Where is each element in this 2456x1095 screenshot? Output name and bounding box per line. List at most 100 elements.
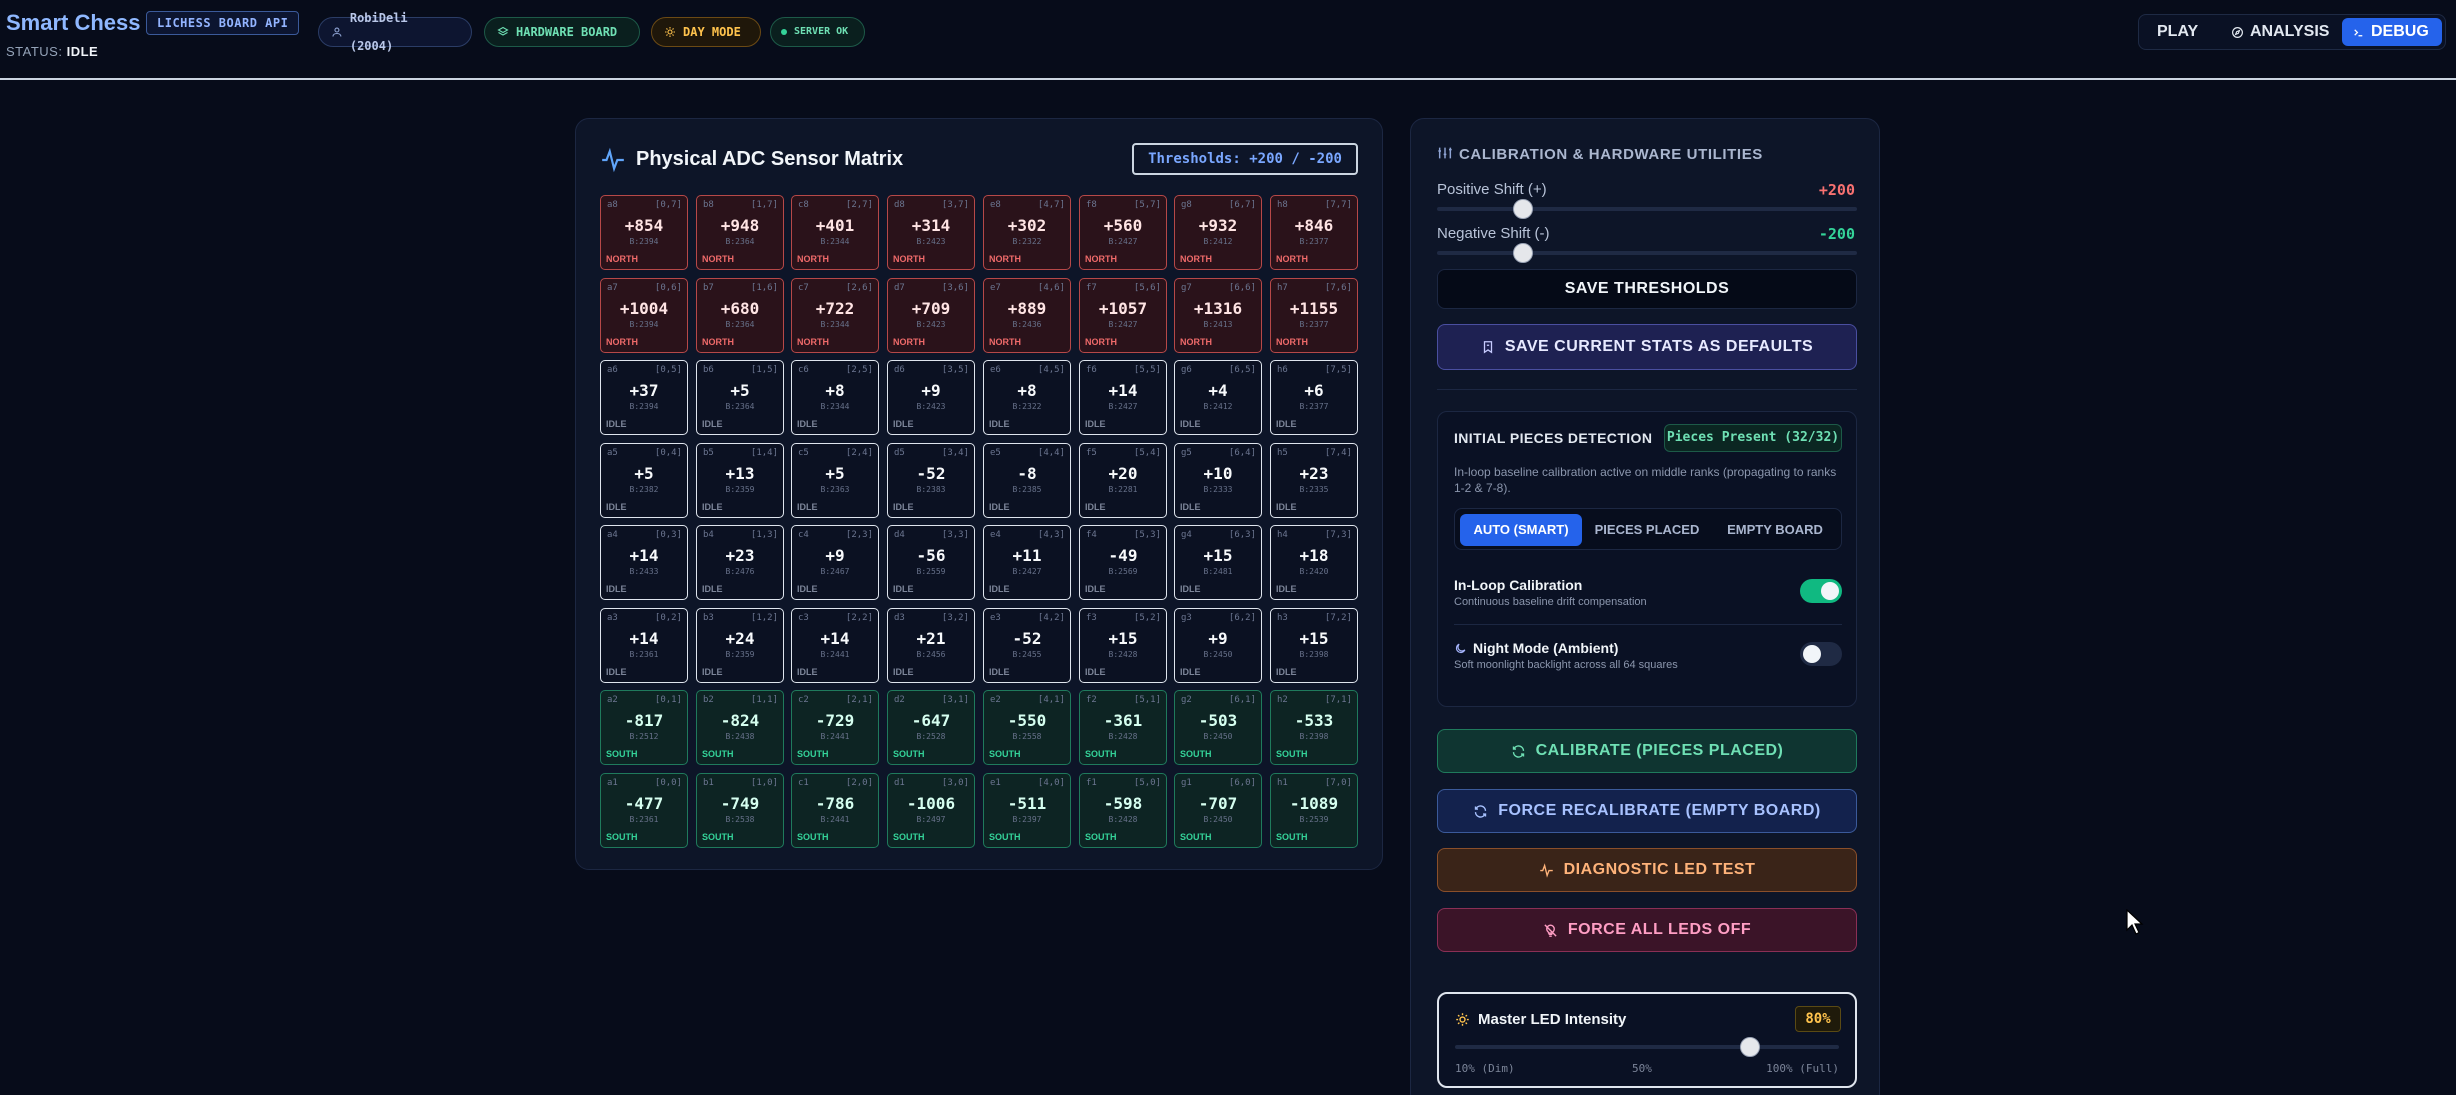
master-led-slider[interactable] [1455,1045,1839,1049]
sensor-cell-a5[interactable]: a5 [0,4] +5 B:2382 IDLE [600,443,688,518]
initial-pieces-card: INITIAL PIECES DETECTION Pieces Present … [1437,411,1857,707]
server-status-dot [781,29,787,35]
sensor-cell-d2[interactable]: d2 [3,1] -647 B:2528 SOUTH [887,690,975,765]
calibrate-pieces-placed-button[interactable]: CALIBRATE (PIECES PLACED) [1437,729,1857,773]
server-status-pill: SERVER OK [770,17,865,47]
cell-state: IDLE [1085,667,1106,677]
sensor-cell-h8[interactable]: h8 [7,7] +846 B:2377 NORTH [1270,195,1358,270]
sensor-cell-c4[interactable]: c4 [2,3] +9 B:2467 IDLE [791,525,879,600]
sensor-cell-c1[interactable]: c1 [2,0] -786 B:2441 SOUTH [791,773,879,848]
positive-shift-slider[interactable] [1437,207,1857,211]
mode-pieces-placed[interactable]: PIECES PLACED [1587,514,1707,546]
negative-shift-slider[interactable] [1437,251,1857,255]
sensor-cell-f6[interactable]: f6 [5,5] +14 B:2427 IDLE [1079,360,1167,435]
sensor-cell-e1[interactable]: e1 [4,0] -511 B:2397 SOUTH [983,773,1071,848]
sensor-cell-h7[interactable]: h7 [7,6] +1155 B:2377 NORTH [1270,278,1358,353]
sensor-cell-c6[interactable]: c6 [2,5] +8 B:2344 IDLE [791,360,879,435]
sensor-cell-b7[interactable]: b7 [1,6] +680 B:2364 NORTH [696,278,784,353]
cell-coord: [0,4] [654,448,682,458]
sensor-cell-b6[interactable]: b6 [1,5] +5 B:2364 IDLE [696,360,784,435]
sensor-cell-a8[interactable]: a8 [0,7] +854 B:2394 NORTH [600,195,688,270]
cell-value: +10 [1203,464,1233,483]
sensor-cell-h4[interactable]: h4 [7,3] +18 B:2420 IDLE [1270,525,1358,600]
sensor-cell-a3[interactable]: a3 [0,2] +14 B:2361 IDLE [600,608,688,683]
user-pill[interactable]: RobiDeli (2004) [318,11,472,53]
sensor-cell-e2[interactable]: e2 [4,1] -550 B:2558 SOUTH [983,690,1071,765]
save-defaults-button[interactable]: SAVE CURRENT STATS AS DEFAULTS [1437,324,1857,370]
sensor-cell-a1[interactable]: a1 [0,0] -477 B:2361 SOUTH [600,773,688,848]
sensor-cell-e3[interactable]: e3 [4,2] -52 B:2455 IDLE [983,608,1071,683]
sensor-cell-g4[interactable]: g4 [6,3] +15 B:2481 IDLE [1174,525,1262,600]
sensor-cell-g7[interactable]: g7 [6,6] +1316 B:2413 NORTH [1174,278,1262,353]
sensor-cell-c3[interactable]: c3 [2,2] +14 B:2441 IDLE [791,608,879,683]
sensor-cell-g1[interactable]: g1 [6,0] -707 B:2450 SOUTH [1174,773,1262,848]
nav-analysis[interactable]: ANALYSIS [2221,18,2339,46]
force-leds-off-button[interactable]: FORCE ALL LEDS OFF [1437,908,1857,952]
sensor-cell-b1[interactable]: b1 [1,0] -749 B:2538 SOUTH [696,773,784,848]
sensor-cell-d6[interactable]: d6 [3,5] +9 B:2423 IDLE [887,360,975,435]
sensor-cell-d3[interactable]: d3 [3,2] +21 B:2456 IDLE [887,608,975,683]
sensor-cell-a7[interactable]: a7 [0,6] +1004 B:2394 NORTH [600,278,688,353]
sensor-cell-c5[interactable]: c5 [2,4] +5 B:2363 IDLE [791,443,879,518]
mode-auto-smart[interactable]: AUTO (SMART) [1460,514,1582,546]
cell-state: IDLE [893,419,914,429]
cell-square: b4 [703,530,714,540]
sensor-cell-f8[interactable]: f8 [5,7] +560 B:2427 NORTH [1079,195,1167,270]
sensor-cell-f7[interactable]: f7 [5,6] +1057 B:2427 NORTH [1079,278,1167,353]
night-mode-toggle[interactable] [1800,642,1842,666]
sensor-cell-b8[interactable]: b8 [1,7] +948 B:2364 NORTH [696,195,784,270]
sensor-cell-c7[interactable]: c7 [2,6] +722 B:2344 NORTH [791,278,879,353]
hardware-board-pill[interactable]: HARDWARE BOARD [484,17,640,47]
sensor-cell-h6[interactable]: h6 [7,5] +6 B:2377 IDLE [1270,360,1358,435]
sensor-cell-g8[interactable]: g8 [6,7] +932 B:2412 NORTH [1174,195,1262,270]
cell-value: -49 [1108,546,1138,565]
sensor-cell-g6[interactable]: g6 [6,5] +4 B:2412 IDLE [1174,360,1262,435]
brand-title[interactable]: Smart Chess [6,10,141,36]
positive-shift-handle[interactable] [1513,199,1533,219]
sensor-cell-a2[interactable]: a2 [0,1] -817 B:2512 SOUTH [600,690,688,765]
sensor-cell-b4[interactable]: b4 [1,3] +23 B:2476 IDLE [696,525,784,600]
sensor-cell-g2[interactable]: g2 [6,1] -503 B:2450 SOUTH [1174,690,1262,765]
day-mode-pill[interactable]: DAY MODE [651,17,761,47]
sensor-cell-e6[interactable]: e6 [4,5] +8 B:2322 IDLE [983,360,1071,435]
sensor-cell-e7[interactable]: e7 [4,6] +889 B:2436 NORTH [983,278,1071,353]
negative-shift-handle[interactable] [1513,243,1533,263]
sensor-cell-f1[interactable]: f1 [5,0] -598 B:2428 SOUTH [1079,773,1167,848]
cell-state: SOUTH [989,749,1021,759]
sensor-cell-d1[interactable]: d1 [3,0] -1006 B:2497 SOUTH [887,773,975,848]
sensor-cell-e5[interactable]: e5 [4,4] -8 B:2385 IDLE [983,443,1071,518]
force-recalibrate-button[interactable]: FORCE RECALIBRATE (EMPTY BOARD) [1437,789,1857,833]
sensor-cell-b5[interactable]: b5 [1,4] +13 B:2359 IDLE [696,443,784,518]
sensor-cell-g5[interactable]: g5 [6,4] +10 B:2333 IDLE [1174,443,1262,518]
cell-coord: [3,0] [941,778,969,788]
sensor-cell-g3[interactable]: g3 [6,2] +9 B:2450 IDLE [1174,608,1262,683]
master-led-handle[interactable] [1740,1037,1760,1057]
sensor-cell-h1[interactable]: h1 [7,0] -1089 B:2539 SOUTH [1270,773,1358,848]
nav-play[interactable]: PLAY [2147,18,2208,46]
mode-empty-board[interactable]: EMPTY BOARD [1713,514,1837,546]
sensor-cell-f5[interactable]: f5 [5,4] +20 B:2281 IDLE [1079,443,1167,518]
nav-debug[interactable]: DEBUG [2342,18,2442,46]
sensor-cell-d4[interactable]: d4 [3,3] -56 B:2559 IDLE [887,525,975,600]
sensor-cell-f2[interactable]: f2 [5,1] -361 B:2428 SOUTH [1079,690,1167,765]
sensor-cell-a4[interactable]: a4 [0,3] +14 B:2433 IDLE [600,525,688,600]
diagnostic-led-test-button[interactable]: DIAGNOSTIC LED TEST [1437,848,1857,892]
sensor-cell-e8[interactable]: e8 [4,7] +302 B:2322 NORTH [983,195,1071,270]
sensor-cell-d5[interactable]: d5 [3,4] -52 B:2383 IDLE [887,443,975,518]
save-thresholds-button[interactable]: SAVE THRESHOLDS [1437,269,1857,309]
cell-square: c5 [798,448,809,458]
sensor-cell-d7[interactable]: d7 [3,6] +709 B:2423 NORTH [887,278,975,353]
sensor-cell-b2[interactable]: b2 [1,1] -824 B:2438 SOUTH [696,690,784,765]
sensor-cell-b3[interactable]: b3 [1,2] +24 B:2359 IDLE [696,608,784,683]
sensor-cell-f4[interactable]: f4 [5,3] -49 B:2569 IDLE [1079,525,1167,600]
inloop-calibration-toggle[interactable] [1800,579,1842,603]
sensor-cell-c2[interactable]: c2 [2,1] -729 B:2441 SOUTH [791,690,879,765]
sensor-cell-f3[interactable]: f3 [5,2] +15 B:2428 IDLE [1079,608,1167,683]
sensor-cell-h3[interactable]: h3 [7,2] +15 B:2398 IDLE [1270,608,1358,683]
sensor-cell-a6[interactable]: a6 [0,5] +37 B:2394 IDLE [600,360,688,435]
sensor-cell-h2[interactable]: h2 [7,1] -533 B:2398 SOUTH [1270,690,1358,765]
sensor-cell-d8[interactable]: d8 [3,7] +314 B:2423 NORTH [887,195,975,270]
sensor-cell-c8[interactable]: c8 [2,7] +401 B:2344 NORTH [791,195,879,270]
sensor-cell-e4[interactable]: e4 [4,3] +11 B:2427 IDLE [983,525,1071,600]
sensor-cell-h5[interactable]: h5 [7,4] +23 B:2335 IDLE [1270,443,1358,518]
